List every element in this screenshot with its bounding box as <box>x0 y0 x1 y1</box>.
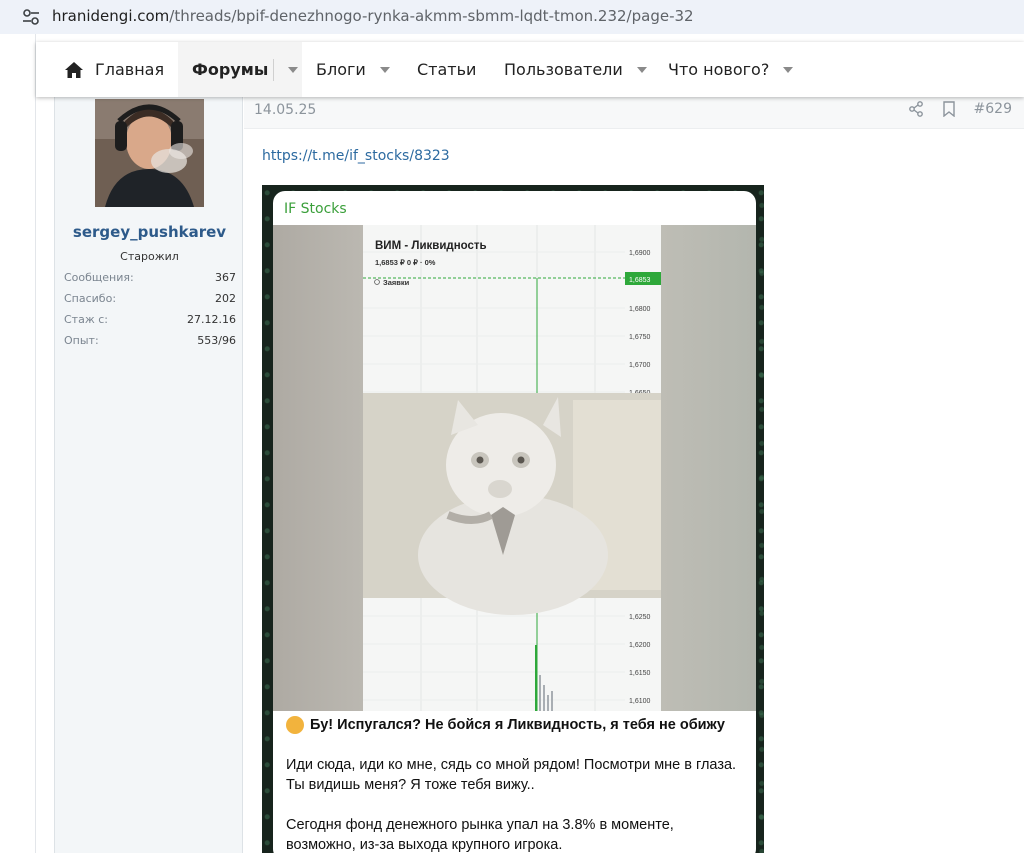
nav-divider <box>273 58 275 81</box>
home-icon <box>65 61 83 78</box>
nav-whats-new-label: Что нового? <box>668 60 770 79</box>
post-paragraph-2: Сегодня фонд денежного рынка упал на 3.8… <box>286 817 674 853</box>
volume-bar <box>535 645 537 711</box>
chart-orders-toggle: Заявки <box>383 278 410 287</box>
price-marker-label: 1,6853 <box>629 277 651 284</box>
exploding-head-emoji-icon <box>286 716 304 734</box>
stat-label: Спасибо: <box>64 292 117 305</box>
price-tick-label: 1,6800 <box>629 306 651 313</box>
channel-name[interactable]: IF Stocks <box>284 201 347 217</box>
avatar[interactable] <box>95 99 204 207</box>
stat-thanks: Спасибо: 202 <box>64 288 236 309</box>
site-settings-icon[interactable] <box>22 8 40 26</box>
chart-subtitle: 1,6853 ₽ 0 ₽ · 0% <box>375 258 436 267</box>
stat-label: Стаж с: <box>64 313 108 326</box>
nav-users[interactable]: Пользователи <box>504 42 647 97</box>
telegram-link[interactable]: https://t.me/if_stocks/8323 <box>262 148 450 164</box>
stat-joined: Стаж с: 27.12.16 <box>64 309 236 330</box>
page-left-border <box>35 34 36 853</box>
image-blur-right <box>661 225 756 711</box>
stat-value: 27.12.16 <box>187 313 236 326</box>
blogs-chevron-down-icon[interactable] <box>379 66 390 73</box>
chart-title: ВИМ - Ликвидность <box>375 240 487 252</box>
image-blur-left <box>273 225 363 711</box>
price-chart: ВИМ - Ликвидность 1,6853 ₽ 0 ₽ · 0% Заяв… <box>363 225 661 711</box>
nav-articles-label: Статьи <box>417 60 477 79</box>
nav-users-label: Пользователи <box>504 60 623 79</box>
post-lead-text: Бу! Испугался? Не бойся я Ликвидность, я… <box>310 717 725 733</box>
nav-blogs[interactable]: Блоги <box>316 42 390 97</box>
price-tick-label: 1,6200 <box>629 642 651 649</box>
forum-page: Главная Форумы Блоги Статьи Пользователи… <box>0 34 1024 853</box>
post-image[interactable]: ВИМ - Ликвидность 1,6853 ₽ 0 ₽ · 0% Заяв… <box>273 225 756 711</box>
volume-bar <box>543 685 545 711</box>
user-stats: Сообщения: 367 Спасибо: 202 Стаж с: 27.12.1… <box>64 267 236 351</box>
user-title: Старожил <box>120 250 179 263</box>
price-tick-label: 1,6100 <box>629 698 651 705</box>
message-user-panel: sergey_pushkarev Старожил Сообщения: 367 … <box>54 97 243 853</box>
nav-forums-label: Форумы <box>192 60 269 79</box>
message-number[interactable]: #629 <box>974 101 1012 117</box>
url-field[interactable]: hranidengi.com/threads/bpif-denezhnogo-r… <box>52 7 694 25</box>
volume-bar <box>547 695 549 711</box>
main-nav: Главная Форумы Блоги Статьи Пользователи… <box>36 42 1024 97</box>
nav-blogs-label: Блоги <box>316 60 366 79</box>
forums-chevron-down-icon[interactable] <box>288 66 299 73</box>
telegram-post-card: IF Stocks ВИМ - Ликвидность 1,6853 ₽ 0 ₽… <box>273 191 756 853</box>
users-chevron-down-icon[interactable] <box>636 66 647 73</box>
eye-icon <box>374 279 380 285</box>
nav-forums[interactable]: Форумы <box>178 42 303 97</box>
nav-whats-new[interactable]: Что нового? <box>668 42 794 97</box>
stat-value: 553/96 <box>197 334 236 347</box>
volume-bar <box>539 675 541 711</box>
nav-articles[interactable]: Статьи <box>417 42 476 97</box>
message-date[interactable]: 14.05.25 <box>254 102 316 118</box>
price-tick-label: 1,6150 <box>629 670 651 677</box>
post-lead: Бу! Испугался? Не бойся я Ликвидность, я… <box>286 715 746 735</box>
stat-label: Опыт: <box>64 334 99 347</box>
telegram-embed: IF Stocks ВИМ - Ликвидность 1,6853 ₽ 0 ₽… <box>262 185 764 853</box>
price-tick-label: 1,6700 <box>629 362 651 369</box>
share-icon[interactable] <box>908 101 924 117</box>
whats-new-chevron-down-icon[interactable] <box>783 66 794 73</box>
url-path: /threads/bpif-denezhnogo-rynka-akmm-sbmm… <box>169 7 694 25</box>
stat-value: 367 <box>215 271 236 284</box>
post-paragraph-1: Иди сюда, иди ко мне, сядь со мной рядом… <box>286 757 737 793</box>
stat-experience: Опыт: 553/96 <box>64 330 236 351</box>
browser-address-bar: hranidengi.com/threads/bpif-denezhnogo-r… <box>0 0 1024 34</box>
stat-label: Сообщения: <box>64 271 134 284</box>
price-tick-label: 1,6900 <box>629 250 651 257</box>
stat-value: 202 <box>215 292 236 305</box>
post-text: Бу! Испугался? Не бойся я Ликвидность, я… <box>286 715 746 853</box>
price-tick-label: 1,6250 <box>629 614 651 621</box>
cat-photo <box>363 393 661 615</box>
message-header: 14.05.25 #629 <box>244 97 1024 129</box>
volume-bar <box>551 691 553 711</box>
url-domain: hranidengi.com <box>52 7 170 25</box>
username-link[interactable]: sergey_pushkarev <box>55 223 244 241</box>
message-actions: #629 <box>908 101 1012 117</box>
nav-home[interactable]: Главная <box>64 42 164 97</box>
price-chart-screenshot: ВИМ - Ликвидность 1,6853 ₽ 0 ₽ · 0% Заяв… <box>363 225 661 711</box>
nav-home-label: Главная <box>95 60 165 79</box>
bookmark-icon[interactable] <box>942 101 956 117</box>
stat-messages: Сообщения: 367 <box>64 267 236 288</box>
price-tick-label: 1,6750 <box>629 334 651 341</box>
